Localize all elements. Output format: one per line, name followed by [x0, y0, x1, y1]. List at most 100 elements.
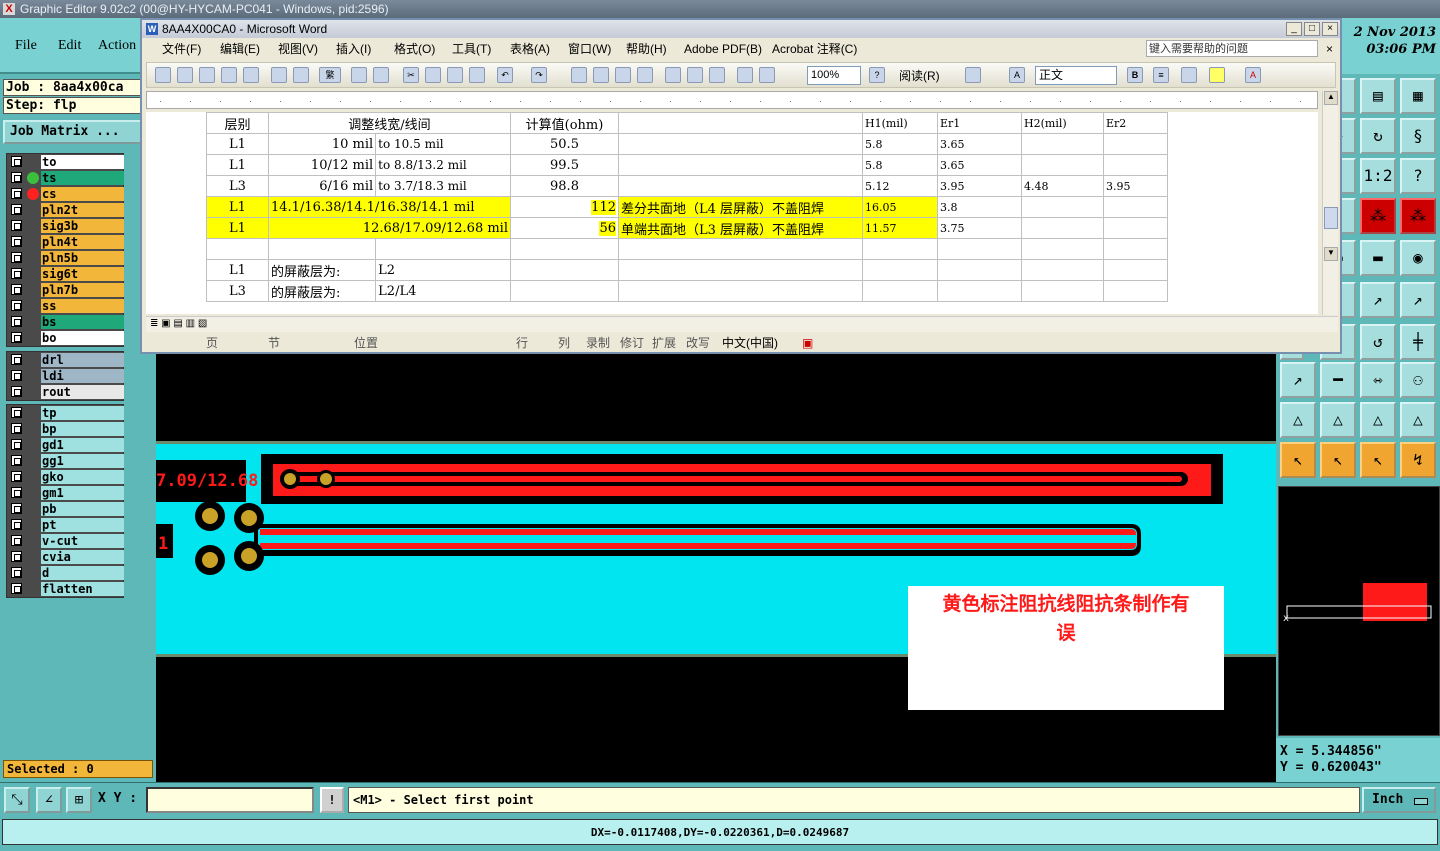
layer-row-d[interactable]: d: [7, 565, 125, 581]
triangle-a-icon[interactable]: △: [1360, 402, 1396, 438]
layer-row-sig3b[interactable]: sig3b: [7, 218, 125, 234]
layer-row-cs[interactable]: cs: [7, 186, 125, 202]
wmenu-edit[interactable]: 编辑(E): [220, 38, 260, 60]
permission-icon[interactable]: [221, 67, 237, 83]
layer-row-pt[interactable]: pt: [7, 517, 125, 533]
print-preview-icon[interactable]: [293, 67, 309, 83]
spelling-icon[interactable]: [351, 67, 367, 83]
open-icon[interactable]: [177, 67, 193, 83]
layer-checkbox[interactable]: [11, 300, 22, 311]
research-icon[interactable]: [373, 67, 389, 83]
layer-row-pb[interactable]: pb: [7, 501, 125, 517]
layer-checkbox[interactable]: [11, 220, 22, 231]
layer-checkbox[interactable]: [11, 204, 22, 215]
bold-icon[interactable]: B: [1127, 67, 1143, 83]
units-selector[interactable]: Inch: [1362, 787, 1436, 813]
traditional-chinese-icon[interactable]: 繁: [319, 67, 341, 83]
layer-row-ldi[interactable]: ldi: [7, 368, 125, 384]
layer-checkbox[interactable]: [11, 471, 22, 482]
layer-checkbox[interactable]: [11, 535, 22, 546]
layer-checkbox[interactable]: [11, 439, 22, 450]
cluster-icon[interactable]: ⁂: [1360, 198, 1396, 234]
document-page[interactable]: 层别 调整线宽/线间 计算值(ohm) H1(mil) Er1 H2(mil) …: [146, 112, 1318, 314]
wmenu-table[interactable]: 表格(A): [510, 38, 550, 60]
highlight-icon[interactable]: [1209, 67, 1225, 83]
layer-row-pln7b[interactable]: pln7b: [7, 282, 125, 298]
triangle-b-icon[interactable]: △: [1400, 402, 1436, 438]
layer-row-gko[interactable]: gko: [7, 469, 125, 485]
horizontal-scrollbar[interactable]: ≣ ▣ ▤ ▥ ▧: [146, 316, 1338, 332]
image-icon[interactable]: [965, 67, 981, 83]
status-extend[interactable]: 扩展: [652, 334, 676, 352]
split-icon[interactable]: ╪: [1400, 324, 1436, 360]
triangle-icon[interactable]: △: [1280, 402, 1316, 438]
layer-row-ss[interactable]: ss: [7, 298, 125, 314]
wmenu-window[interactable]: 窗口(W): [568, 38, 611, 60]
wmenu-file[interactable]: 文件(F): [162, 38, 201, 60]
layer-row-ts[interactable]: ts: [7, 170, 125, 186]
menu-action[interactable]: Action: [98, 38, 136, 54]
layer-row-to[interactable]: to: [7, 154, 125, 170]
layer-checkbox[interactable]: [11, 487, 22, 498]
zoom-select[interactable]: 100%: [807, 66, 861, 85]
cluster-alt-icon[interactable]: ⁂: [1400, 198, 1436, 234]
measure-icon[interactable]: ∠: [36, 787, 62, 813]
measure-icon[interactable]: ⇿: [1360, 362, 1396, 398]
zoom-fit-icon[interactable]: ⤡: [4, 787, 30, 813]
menu-file[interactable]: File: [15, 38, 37, 54]
layer-checkbox[interactable]: [11, 455, 22, 466]
minimize-icon[interactable]: _: [1286, 22, 1302, 36]
help-icon[interactable]: ?: [1400, 158, 1436, 194]
layer-row-v-cut[interactable]: v-cut: [7, 533, 125, 549]
wmenu-insert[interactable]: 插入(I): [336, 38, 371, 60]
show-hide-icon[interactable]: [737, 67, 753, 83]
paste-icon[interactable]: [447, 67, 463, 83]
save-icon[interactable]: [199, 67, 215, 83]
format-painter-icon[interactable]: [469, 67, 485, 83]
layer-checkbox[interactable]: [11, 370, 22, 381]
layer-row-cvia[interactable]: cvia: [7, 549, 125, 565]
select-alt-icon[interactable]: ↖: [1360, 442, 1396, 478]
job-matrix-button[interactable]: Job Matrix ...: [3, 120, 153, 144]
hyperlink-icon[interactable]: [571, 67, 587, 83]
route-icon[interactable]: ↯: [1400, 442, 1436, 478]
columns-icon[interactable]: [665, 67, 681, 83]
print-icon[interactable]: [271, 67, 287, 83]
overview-map[interactable]: x: [1278, 486, 1440, 736]
layer-checkbox[interactable]: [11, 407, 22, 418]
styles-icon[interactable]: A: [1009, 67, 1025, 83]
layer-row-flatten[interactable]: flatten: [7, 581, 125, 597]
layer-checkbox[interactable]: [11, 268, 22, 279]
status-overwrite[interactable]: 改写: [686, 334, 710, 352]
layer-checkbox[interactable]: [11, 567, 22, 578]
layer-checkbox[interactable]: [11, 172, 22, 183]
layout-icon[interactable]: ▤: [1360, 78, 1396, 114]
menu-edit[interactable]: Edit: [58, 38, 81, 54]
help-icon[interactable]: ?: [869, 67, 885, 83]
layer-row-sig6t[interactable]: sig6t: [7, 266, 125, 282]
dash-icon[interactable]: ━: [1320, 362, 1356, 398]
layer-checkbox[interactable]: [11, 156, 22, 167]
status-record[interactable]: 录制: [586, 334, 610, 352]
layer-checkbox[interactable]: [11, 519, 22, 530]
cut-icon[interactable]: ✂: [403, 67, 419, 83]
scroll-down-icon[interactable]: ▼: [1324, 247, 1338, 261]
layer-row-pln5b[interactable]: pln5b: [7, 250, 125, 266]
diff-trace-2[interactable]: [260, 543, 1136, 549]
spelling-status-icon[interactable]: ▣: [802, 334, 813, 352]
layer-row-tp[interactable]: tp: [7, 405, 125, 421]
maximize-icon[interactable]: □: [1304, 22, 1320, 36]
layer-checkbox[interactable]: [11, 252, 22, 263]
wmenu-format[interactable]: 格式(O): [394, 38, 435, 60]
snake-icon[interactable]: §: [1400, 118, 1436, 154]
layer-checkbox[interactable]: [11, 284, 22, 295]
redo-icon[interactable]: ↷: [531, 67, 547, 83]
line-alt-icon[interactable]: ↗: [1400, 282, 1436, 318]
select-icon[interactable]: ↖: [1280, 442, 1316, 478]
layer-checkbox[interactable]: [11, 503, 22, 514]
target-icon[interactable]: ◉: [1400, 240, 1436, 276]
ruler[interactable]: ········································: [146, 91, 1318, 109]
drawing-icon[interactable]: [687, 67, 703, 83]
style-select[interactable]: 正文: [1035, 66, 1117, 85]
format-icon[interactable]: [759, 67, 775, 83]
